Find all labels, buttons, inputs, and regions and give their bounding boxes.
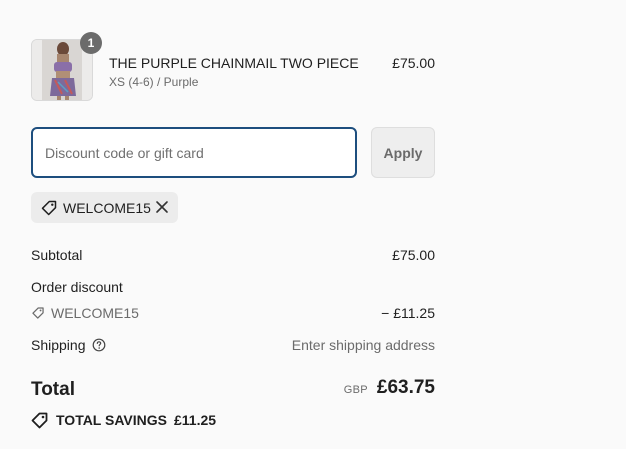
total-value: £63.75 (376, 377, 435, 398)
close-icon[interactable] (154, 199, 170, 215)
product-title: THE PURPLE CHAINMAIL TWO PIECE (109, 55, 359, 71)
shipping-label: Shipping (31, 337, 86, 353)
savings-label: TOTAL SAVINGS (56, 412, 167, 428)
order-discount-label: Order discount (31, 279, 123, 295)
savings-value: £11.25 (173, 412, 217, 428)
discount-code-row: WELCOME15 (31, 305, 139, 321)
applied-code-label: WELCOME15 (63, 199, 151, 216)
subtotal-label: Subtotal (31, 247, 83, 263)
product-variant: XS (4-6) / Purple (109, 75, 199, 89)
product-price: £75.00 (392, 55, 435, 71)
question-circle-icon[interactable] (92, 338, 106, 352)
total-label: Total (31, 379, 75, 400)
order-summary: 1 THE PURPLE CHAINMAIL TWO PIECE XS (4-6… (31, 0, 435, 449)
quantity-badge: 1 (80, 32, 102, 54)
total-row: GBP £63.75 (344, 377, 435, 399)
tag-icon (41, 200, 57, 215)
discount-value: − £11.25 (381, 305, 435, 321)
discount-code-label: WELCOME15 (51, 305, 139, 321)
total-savings: TOTAL SAVINGS £11.25 (31, 411, 216, 429)
shipping-value: Enter shipping address (291, 337, 435, 353)
apply-button[interactable]: Apply (371, 127, 435, 178)
savings-tag-icon (31, 412, 48, 429)
tag-icon (32, 307, 44, 319)
shipping-row: Shipping (31, 337, 106, 353)
subtotal-value: £75.00 (392, 247, 435, 263)
currency-code: GBP (343, 384, 368, 396)
discount-code-input[interactable] (31, 127, 357, 178)
applied-code-chip: WELCOME15 (31, 192, 178, 223)
